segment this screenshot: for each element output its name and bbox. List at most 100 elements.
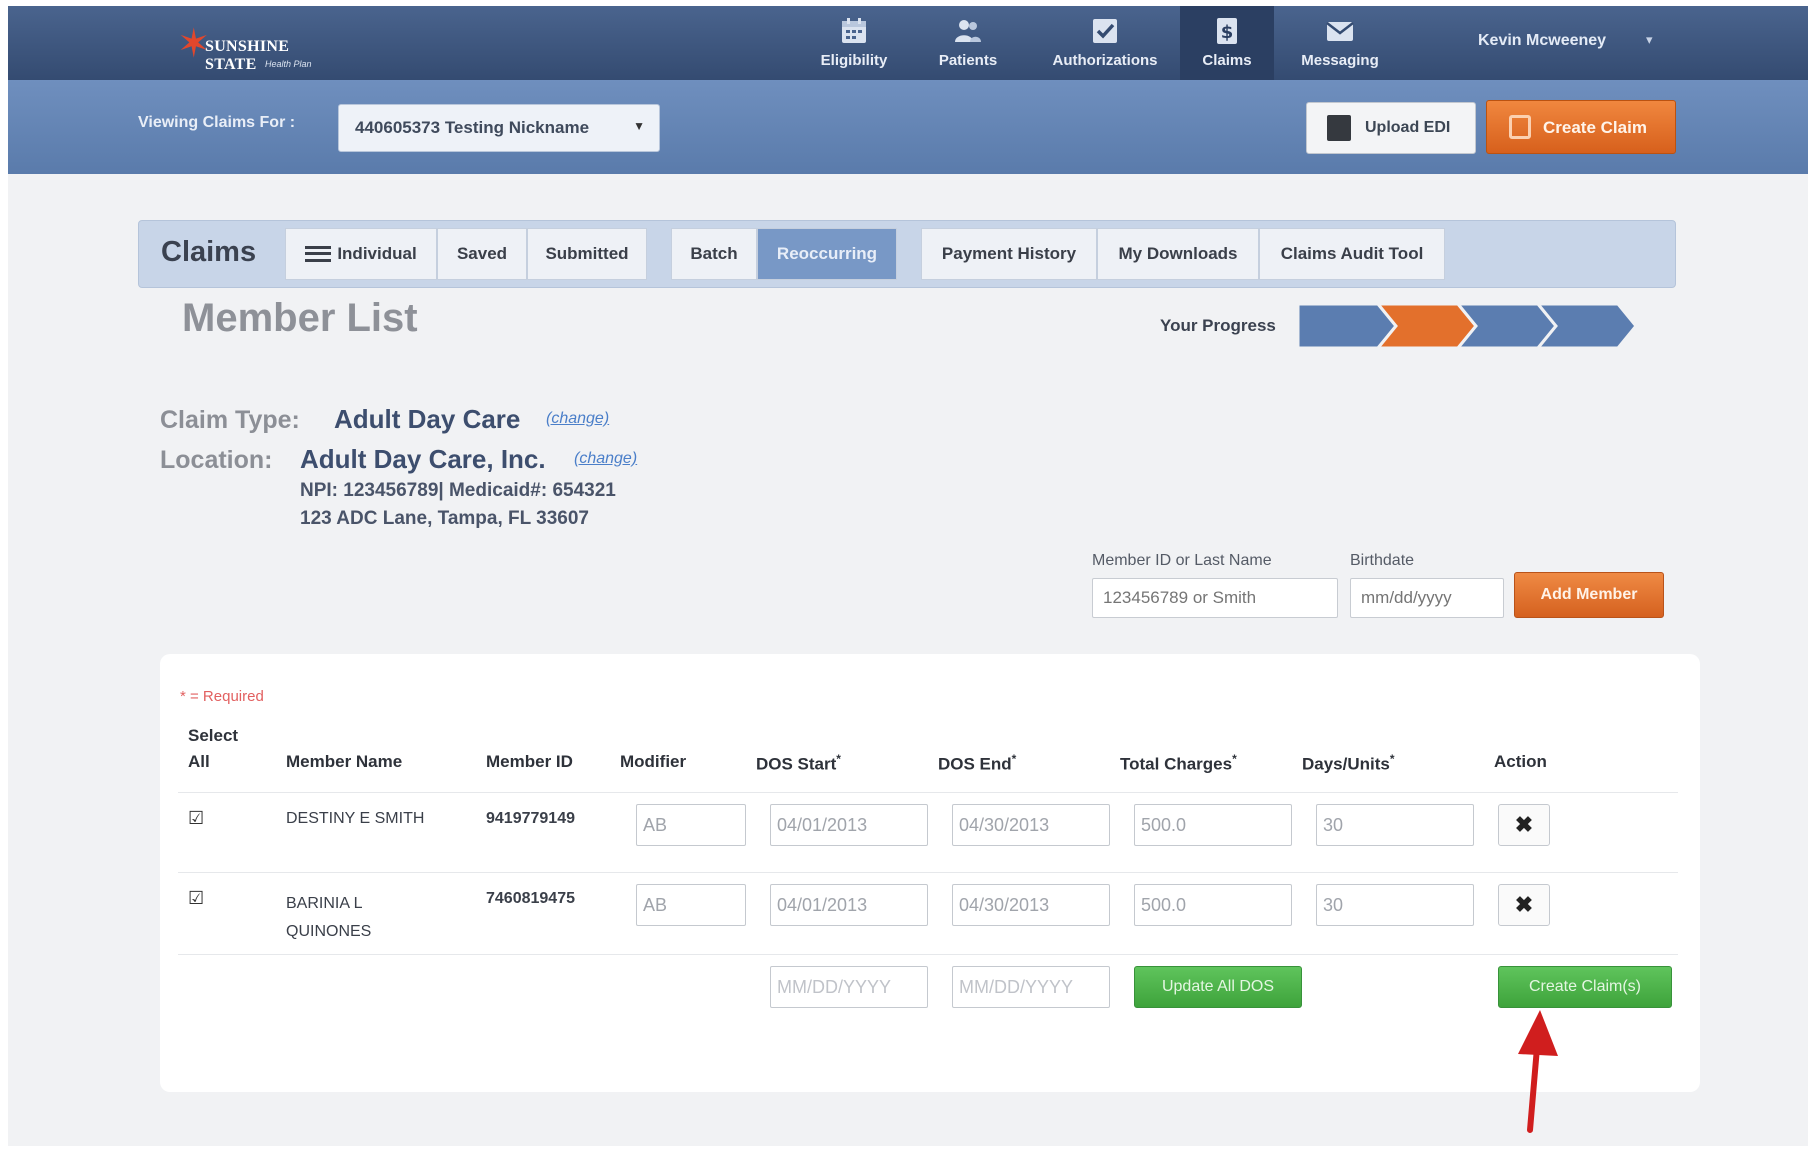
header-dos-end: DOS End* <box>938 752 1016 775</box>
progress-indicator <box>1298 302 1638 350</box>
bulk-dos-end-input[interactable]: MM/DD/YYYY <box>952 966 1110 1008</box>
tab-saved[interactable]: Saved <box>437 228 527 280</box>
nav-label: Messaging <box>1301 52 1379 69</box>
user-menu[interactable]: Kevin Mcweeney <box>1478 32 1606 50</box>
dos-start-input[interactable]: 04/01/2013 <box>770 884 928 926</box>
progress-label: Your Progress <box>1160 316 1276 335</box>
header-days-units: Days/Units* <box>1302 752 1395 775</box>
nav-label: Patients <box>938 52 998 69</box>
tab-label: Payment History <box>941 244 1077 263</box>
upload-file-icon <box>1327 115 1351 141</box>
dos-start-input[interactable]: 04/01/2013 <box>770 804 928 846</box>
dos-end-input[interactable]: 04/30/2013 <box>952 804 1110 846</box>
header-member-id: Member ID <box>486 752 573 771</box>
annotation-arrow <box>1518 1010 1558 1133</box>
member-id: 9419779149 <box>486 810 575 827</box>
tab-my-downloads[interactable]: My Downloads <box>1097 228 1259 280</box>
row-divider <box>178 954 1678 955</box>
tab-label: Reoccurring <box>776 244 878 263</box>
tab-label: Claims Audit Tool <box>1280 244 1424 263</box>
tab-reoccurring[interactable]: Reoccurring <box>757 228 897 280</box>
tab-submitted[interactable]: Submitted <box>527 228 647 280</box>
calendar-icon <box>842 18 866 43</box>
location-key: Location: <box>160 446 273 474</box>
row-checkbox[interactable]: ☑ <box>188 809 206 828</box>
dos-end-input[interactable]: 04/30/2013 <box>952 884 1110 926</box>
upload-edi-button[interactable]: Upload EDI <box>1306 102 1476 154</box>
update-all-dos-button[interactable]: Update All DOS <box>1134 966 1302 1008</box>
provider-select-value: 440605373 Testing Nickname <box>355 118 590 137</box>
header-text: Days/Units <box>1302 754 1390 774</box>
tab-batch[interactable]: Batch <box>671 228 757 280</box>
modifier-input[interactable]: AB <box>636 804 746 846</box>
days-units-input[interactable]: 30 <box>1316 804 1474 846</box>
header-total-charges: Total Charges* <box>1120 752 1237 775</box>
close-icon: ✖ <box>1514 812 1534 837</box>
tab-label: Submitted <box>545 244 629 263</box>
menu-icon <box>305 246 332 262</box>
tab-claims-audit-tool[interactable]: Claims Audit Tool <box>1259 228 1445 280</box>
nav-patients[interactable]: Patients <box>918 6 1018 80</box>
tabs-title: Claims <box>161 236 257 268</box>
nav-claims[interactable]: $ Claims <box>1180 6 1274 80</box>
checkbox-icon <box>1093 19 1117 43</box>
nav-eligibility[interactable]: Eligibility <box>808 6 900 80</box>
claim-type-value: Adult Day Care <box>334 404 521 434</box>
modifier-input[interactable]: AB <box>636 884 746 926</box>
birthdate-input[interactable] <box>1350 578 1504 618</box>
nav-authorizations[interactable]: Authorizations <box>1030 6 1180 80</box>
header-member-name: Member Name <box>286 752 403 771</box>
header-select-all[interactable]: All <box>188 752 210 772</box>
member-search-label: Member ID or Last Name <box>1092 552 1272 569</box>
nav-label: Authorizations <box>1052 52 1158 69</box>
brand-sub: Health Plan <box>265 59 312 69</box>
member-table-panel: * = Required Select All Member Name Memb… <box>160 654 1700 1092</box>
header-text: DOS End <box>938 754 1012 774</box>
tab-individual[interactable]: Individual <box>285 228 437 280</box>
top-nav: ✶ SUNSHINE STATE Health Plan Eligibility… <box>8 6 1808 80</box>
change-claim-type-link[interactable]: (change) <box>546 410 609 428</box>
change-location-link[interactable]: (change) <box>574 450 637 468</box>
progress-step <box>1298 302 1398 350</box>
provider-select[interactable]: 440605373 Testing Nickname ▼ <box>338 104 660 152</box>
total-charges-input[interactable]: 500.0 <box>1134 884 1292 926</box>
claims-icon: $ <box>1217 18 1237 44</box>
days-units-input[interactable]: 30 <box>1316 884 1474 926</box>
caret-down-icon: ▼ <box>633 119 645 133</box>
total-charges-input[interactable]: 500.0 <box>1134 804 1292 846</box>
header-dos-start: DOS Start* <box>756 752 841 775</box>
tab-label: Individual <box>337 244 417 263</box>
create-claim-button[interactable]: Create Claim <box>1486 100 1676 154</box>
header-text: DOS Start <box>756 754 837 774</box>
brand-logo[interactable]: ✶ SUNSHINE STATE Health Plan <box>173 20 343 73</box>
header-text: Total Charges <box>1120 754 1233 774</box>
row-checkbox[interactable]: ☑ <box>188 889 206 908</box>
nav-messaging[interactable]: Messaging <box>1280 6 1400 80</box>
member-name: BARINIA L QUINONES <box>286 895 372 940</box>
chevron-down-icon[interactable]: ▾ <box>1646 32 1653 48</box>
svg-text:$: $ <box>1221 22 1234 43</box>
claims-tabs: Claims Individual Saved Submitted Batch … <box>138 220 1676 288</box>
tab-payment-history[interactable]: Payment History <box>921 228 1097 280</box>
envelope-icon <box>1326 22 1354 41</box>
location-value: Adult Day Care, Inc. <box>300 444 546 474</box>
bulk-dos-start-input[interactable]: MM/DD/YYYY <box>770 966 928 1008</box>
required-note: * = Required <box>180 688 264 705</box>
document-icon <box>1509 115 1531 139</box>
nav-label: Claims <box>1202 52 1252 69</box>
npi-line: NPI: 123456789| Medicaid#: 654321 <box>300 480 616 501</box>
member-search-input[interactable] <box>1092 578 1338 618</box>
header-action: Action <box>1494 752 1547 771</box>
app-frame: ✶ SUNSHINE STATE Health Plan Eligibility… <box>8 6 1808 1146</box>
add-member-button[interactable]: Add Member <box>1514 572 1664 618</box>
patients-icon <box>955 20 981 42</box>
required-mark: * <box>836 752 841 766</box>
viewing-label: Viewing Claims For : <box>138 114 296 131</box>
tab-label: Batch <box>690 244 738 263</box>
required-mark: * <box>1389 752 1395 766</box>
remove-row-button[interactable]: ✖ <box>1498 804 1550 846</box>
create-claims-button[interactable]: Create Claim(s) <box>1498 966 1672 1008</box>
remove-row-button[interactable]: ✖ <box>1498 884 1550 926</box>
header-modifier: Modifier <box>620 752 687 771</box>
nav-label: Eligibility <box>820 52 888 69</box>
